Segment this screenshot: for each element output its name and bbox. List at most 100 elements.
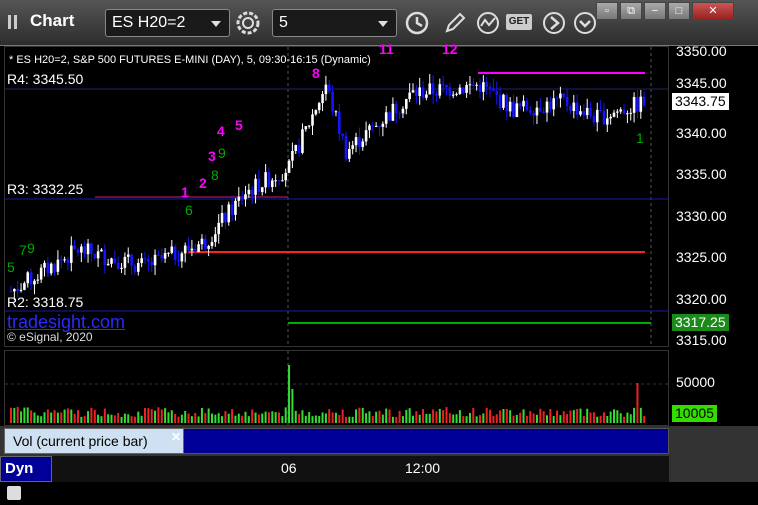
volume-bar <box>308 412 311 423</box>
price-bar <box>394 103 398 114</box>
volume-bar <box>80 416 83 423</box>
volume-bar <box>227 413 230 423</box>
chevron-down-icon <box>378 21 388 27</box>
volume-bar <box>626 412 629 423</box>
symbol-combo[interactable]: ES H20=2 <box>105 9 230 37</box>
price-bar <box>23 283 26 290</box>
volume-bar <box>217 413 220 423</box>
volume-bar <box>643 415 646 423</box>
dynamic-mode-button[interactable]: Dyn <box>0 456 52 501</box>
close-icon[interactable]: ✕ <box>692 2 734 20</box>
price-bar <box>502 94 505 108</box>
price-bar <box>284 172 287 181</box>
volume-study-label[interactable]: Vol (current price bar) <box>4 428 184 454</box>
volume-panel[interactable] <box>4 350 669 426</box>
price-bar <box>96 251 100 259</box>
gear-icon[interactable] <box>234 9 262 37</box>
volume-bar <box>56 412 59 423</box>
volume-bar <box>428 413 431 423</box>
get-data-icon[interactable]: GET <box>506 14 532 30</box>
price-bar <box>163 253 167 259</box>
price-bar <box>381 123 385 127</box>
study-icon[interactable] <box>474 9 502 37</box>
volume-bar <box>224 411 227 423</box>
more-icon[interactable] <box>571 9 599 37</box>
price-bar <box>461 87 465 93</box>
volume-bar <box>586 408 589 423</box>
price-bar <box>240 196 244 200</box>
volume-bar <box>117 412 120 423</box>
price-bar <box>126 254 130 257</box>
price-bar <box>123 256 127 268</box>
price-bar <box>214 234 217 242</box>
price-bar <box>133 265 137 272</box>
volume-bar <box>408 408 411 423</box>
clock-icon[interactable] <box>403 9 431 37</box>
volume-bar <box>324 413 327 423</box>
price-bar <box>488 87 492 89</box>
price-bar <box>599 109 602 111</box>
minimize-icon[interactable]: − <box>644 2 666 20</box>
volume-bar <box>532 413 535 423</box>
price-bar <box>368 125 371 131</box>
volume-bar <box>60 412 63 423</box>
float-icon[interactable]: ▫ <box>596 2 618 20</box>
pencil-icon[interactable] <box>441 9 469 37</box>
volume-bar <box>636 383 639 423</box>
volume-bar <box>164 408 167 423</box>
dynamic-mode-label: Dyn <box>5 460 34 477</box>
volume-bar <box>127 414 130 423</box>
volume-bar <box>475 416 478 423</box>
volume-bar <box>298 414 301 423</box>
seq-green-7: 7 <box>19 242 27 258</box>
price-bar <box>277 180 281 182</box>
seq-label-12: 12 <box>442 41 458 57</box>
price-bar <box>465 84 468 93</box>
next-icon[interactable] <box>540 9 568 37</box>
price-axis[interactable]: 3350.00 3345.00 3340.00 3335.00 3330.00 … <box>670 43 754 348</box>
time-axis[interactable] <box>52 456 669 482</box>
volume-bar <box>512 415 515 423</box>
price-bar <box>317 103 321 111</box>
price-bar <box>287 160 291 173</box>
volume-bar <box>522 409 525 423</box>
volume-bar <box>133 416 136 423</box>
interval-combo[interactable]: 5 <box>272 9 397 37</box>
volume-bar <box>582 416 585 423</box>
volume-bar <box>448 413 451 423</box>
price-bar <box>425 94 428 98</box>
price-bar <box>86 243 90 255</box>
price-bar <box>63 259 66 261</box>
volume-last-tag: 10005 <box>672 405 717 422</box>
price-bar <box>435 94 438 96</box>
volume-bar <box>328 409 331 423</box>
r4-label: R4: 3345.50 <box>7 71 84 87</box>
price-bar <box>311 114 314 126</box>
volume-bar <box>197 416 200 423</box>
volume-bar <box>562 411 565 423</box>
price-bar <box>73 245 76 250</box>
grip-icon[interactable] <box>8 15 18 29</box>
price-bar <box>411 90 415 93</box>
volume-bar <box>167 412 170 423</box>
price-bar <box>76 249 80 253</box>
close-study-icon[interactable]: ✕ <box>171 430 181 444</box>
price-bar <box>281 180 284 182</box>
interval-value: 5 <box>279 14 288 31</box>
restore-icon[interactable]: ⧉ <box>620 2 642 20</box>
volume-bar <box>639 407 642 423</box>
price-chart-panel[interactable]: * ES H20=2, S&P 500 FUTURES E-MINI (DAY)… <box>4 41 669 347</box>
price-bar <box>585 107 589 116</box>
volume-bar <box>147 408 150 423</box>
price-bar <box>207 246 210 249</box>
price-bar <box>224 212 227 223</box>
volume-bar <box>70 409 73 423</box>
volume-bar <box>401 416 404 423</box>
price-bar <box>542 111 545 113</box>
price-bar <box>539 107 542 112</box>
price-bar <box>602 110 606 125</box>
price-bar <box>230 204 234 215</box>
volume-bar <box>257 414 260 423</box>
maximize-icon[interactable]: □ <box>668 2 690 20</box>
volume-bar <box>170 410 173 423</box>
